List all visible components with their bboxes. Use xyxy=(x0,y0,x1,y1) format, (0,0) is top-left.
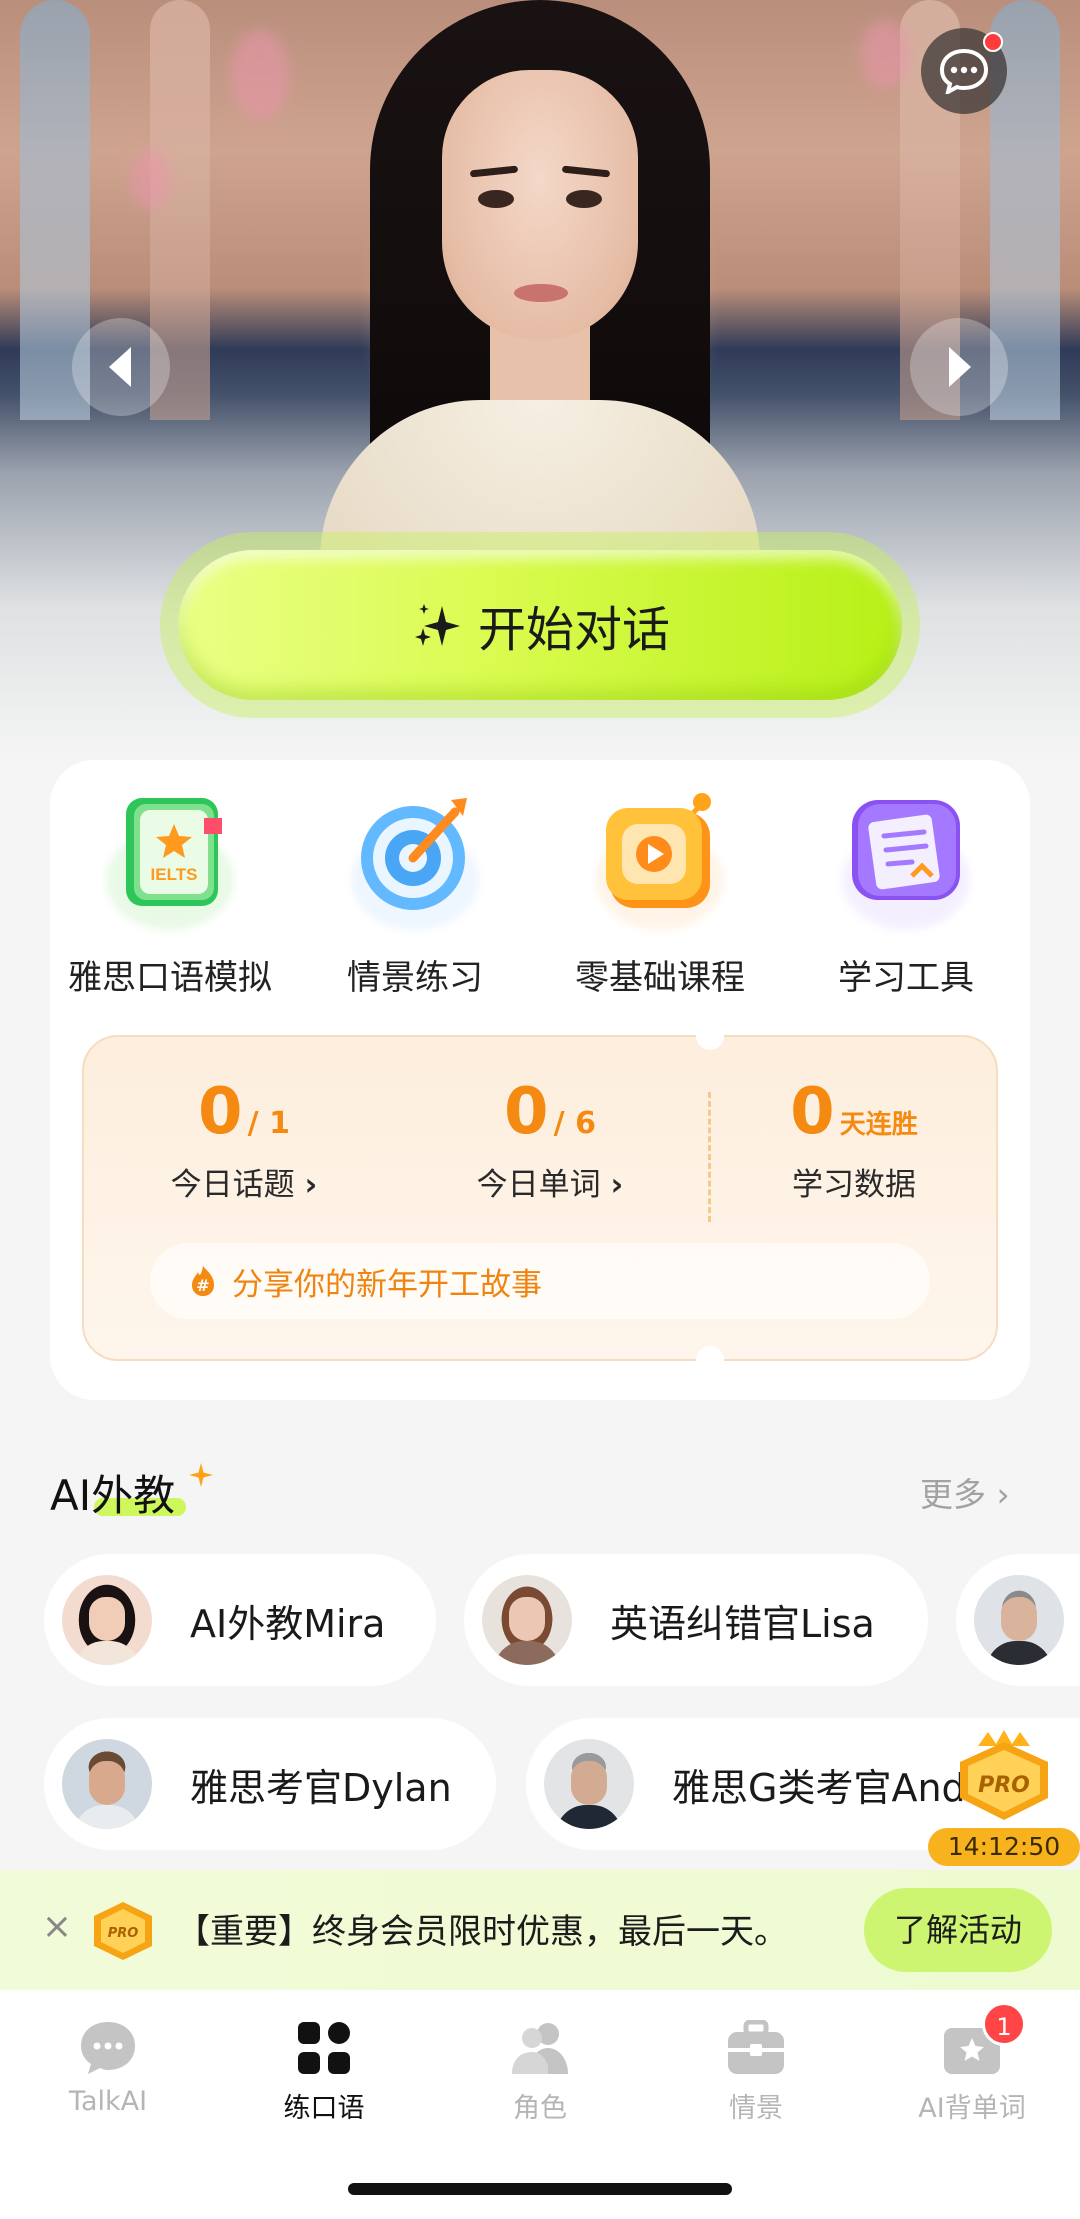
sparkle-icon xyxy=(414,604,460,646)
teacher-name: 雅思G类考官And xyxy=(672,1765,966,1810)
learn-activity-button[interactable]: 了解活动 xyxy=(864,1888,1052,1972)
share-story-banner[interactable]: # 分享你的新年开工故事 xyxy=(150,1243,930,1319)
avatar xyxy=(62,1739,152,1829)
messages-button[interactable] xyxy=(921,28,1007,114)
teacher-name: 雅思考官Dylan xyxy=(190,1765,452,1810)
briefcase-icon xyxy=(726,2019,786,2076)
close-icon[interactable]: × xyxy=(40,1909,74,1945)
tab-talkai[interactable]: TalkAI xyxy=(0,2020,216,2117)
svg-text:PRO: PRO xyxy=(108,1926,139,1941)
next-tutor-button[interactable] xyxy=(910,318,1008,416)
previous-tutor-button[interactable] xyxy=(72,318,170,416)
notification-dot xyxy=(983,32,1003,52)
chevron-right-icon: › xyxy=(996,1475,1010,1514)
svg-text:IELTS: IELTS xyxy=(151,865,198,884)
teacher-name: 英语纠错官Lisa xyxy=(610,1601,875,1646)
tab-label: 练口语 xyxy=(283,2093,365,2124)
feature-study-tools[interactable]: 学习工具 xyxy=(786,790,1026,999)
background-flower xyxy=(860,20,910,90)
start-conversation-label: 开始对话 xyxy=(477,602,670,658)
svg-text:#: # xyxy=(196,1276,209,1295)
play-tv-icon xyxy=(596,790,724,930)
tab-label: 角色 xyxy=(513,2093,567,2124)
teacher-name: AI外教Mira xyxy=(190,1601,386,1646)
target-icon xyxy=(351,790,479,930)
tab-roles[interactable]: 角色 xyxy=(432,2020,648,2125)
chevron-left-icon xyxy=(109,347,131,387)
background-flower xyxy=(130,150,170,210)
daily-stats-card: 0 / 1 今日话题 › 0 / 6 今日单词 › 0 天连胜 学习数据 # 分… xyxy=(82,1022,998,1374)
avatar xyxy=(544,1739,634,1829)
teacher-card-mira[interactable]: AI外教Mira xyxy=(44,1554,436,1686)
topics-total: / 1 xyxy=(247,1106,290,1141)
share-story-text: 分享你的新年开工故事 xyxy=(232,1266,542,1303)
grid-apps-icon xyxy=(294,2020,354,2076)
pro-badge-icon: PRO xyxy=(94,1902,152,1960)
chevron-right-icon xyxy=(949,347,971,387)
feature-ielts-speaking[interactable]: IELTS 雅思口语模拟 xyxy=(50,790,290,999)
teacher-card-partial[interactable] xyxy=(956,1554,1080,1686)
tab-ai-vocabulary[interactable]: AI背单词 1 xyxy=(864,2002,1080,2125)
chevron-right-icon: › xyxy=(304,1167,318,1203)
tab-practice-speaking[interactable]: 练口语 xyxy=(216,2020,432,2125)
avatar xyxy=(482,1575,572,1665)
tab-label: AI背单词 xyxy=(918,2093,1026,2124)
streak-days: 0 xyxy=(790,1075,835,1149)
words-done: 0 xyxy=(504,1075,549,1149)
feature-beginner-course[interactable]: 零基础课程 xyxy=(540,790,780,999)
home-indicator[interactable] xyxy=(348,2183,732,2195)
pro-crown-badge-icon: PRO xyxy=(960,1730,1048,1820)
start-conversation-button[interactable]: 开始对话 xyxy=(178,550,902,700)
words-total: / 6 xyxy=(553,1106,596,1141)
feature-label: 学习工具 xyxy=(838,958,974,998)
today-topics-stat[interactable]: 0 / 1 今日话题 › xyxy=(114,1075,374,1204)
study-data-stat[interactable]: 0 天连胜 学习数据 xyxy=(724,1075,984,1204)
streak-unit: 天连胜 xyxy=(839,1110,918,1140)
avatar xyxy=(974,1575,1064,1665)
chat-dots-icon xyxy=(939,48,989,94)
ielts-book-icon: IELTS xyxy=(106,790,234,930)
tab-scenarios[interactable]: 情景 xyxy=(648,2019,864,2125)
hashtag-flame-icon: # xyxy=(192,1266,214,1296)
avatar xyxy=(62,1575,152,1665)
topics-done: 0 xyxy=(198,1075,243,1149)
feature-label: 零基础课程 xyxy=(575,958,745,998)
chevron-right-icon: › xyxy=(610,1167,624,1203)
ai-teachers-title: AI外教 xyxy=(50,1462,214,1523)
feature-label: 情景练习 xyxy=(347,958,483,998)
sparkle-icon xyxy=(189,1463,214,1487)
document-tool-icon xyxy=(842,790,970,930)
background-flower xyxy=(230,30,290,120)
notification-badge: 1 xyxy=(982,2002,1026,2046)
today-words-stat[interactable]: 0 / 6 今日单词 › xyxy=(420,1075,680,1204)
topics-caption: 今日话题 xyxy=(170,1167,295,1203)
teacher-card-dylan[interactable]: 雅思考官Dylan xyxy=(44,1718,496,1850)
countdown-timer: 14:12:50 xyxy=(928,1828,1080,1866)
study-data-caption: 学习数据 xyxy=(792,1167,916,1203)
promo-text: 【重要】终身会员限时优惠，最后一天。 xyxy=(176,1912,788,1952)
teacher-card-lisa[interactable]: 英语纠错官Lisa xyxy=(464,1554,928,1686)
more-teachers-link[interactable]: 更多 › xyxy=(920,1468,1010,1516)
words-caption: 今日单词 xyxy=(476,1167,601,1203)
practice-panel: IELTS 雅思口语模拟 情景练习 零基础课程 学习工具 0 / 1 今日话题 … xyxy=(50,760,1030,1400)
feature-label: 雅思口语模拟 xyxy=(68,958,272,998)
svg-text:PRO: PRO xyxy=(978,1773,1030,1798)
pro-offer-float[interactable]: PRO 14:12:50 xyxy=(928,1716,1080,1866)
divider xyxy=(708,1092,711,1222)
feature-scenario-practice[interactable]: 情景练习 xyxy=(295,790,535,999)
tutor-portrait xyxy=(290,0,790,600)
chat-bubble-icon xyxy=(78,2020,138,2076)
tab-label: 情景 xyxy=(729,2093,783,2124)
promo-banner: × PRO 【重要】终身会员限时优惠，最后一天。 了解活动 xyxy=(0,1870,1080,1990)
tab-label: TalkAI xyxy=(68,2086,148,2117)
people-icon xyxy=(510,2020,570,2076)
